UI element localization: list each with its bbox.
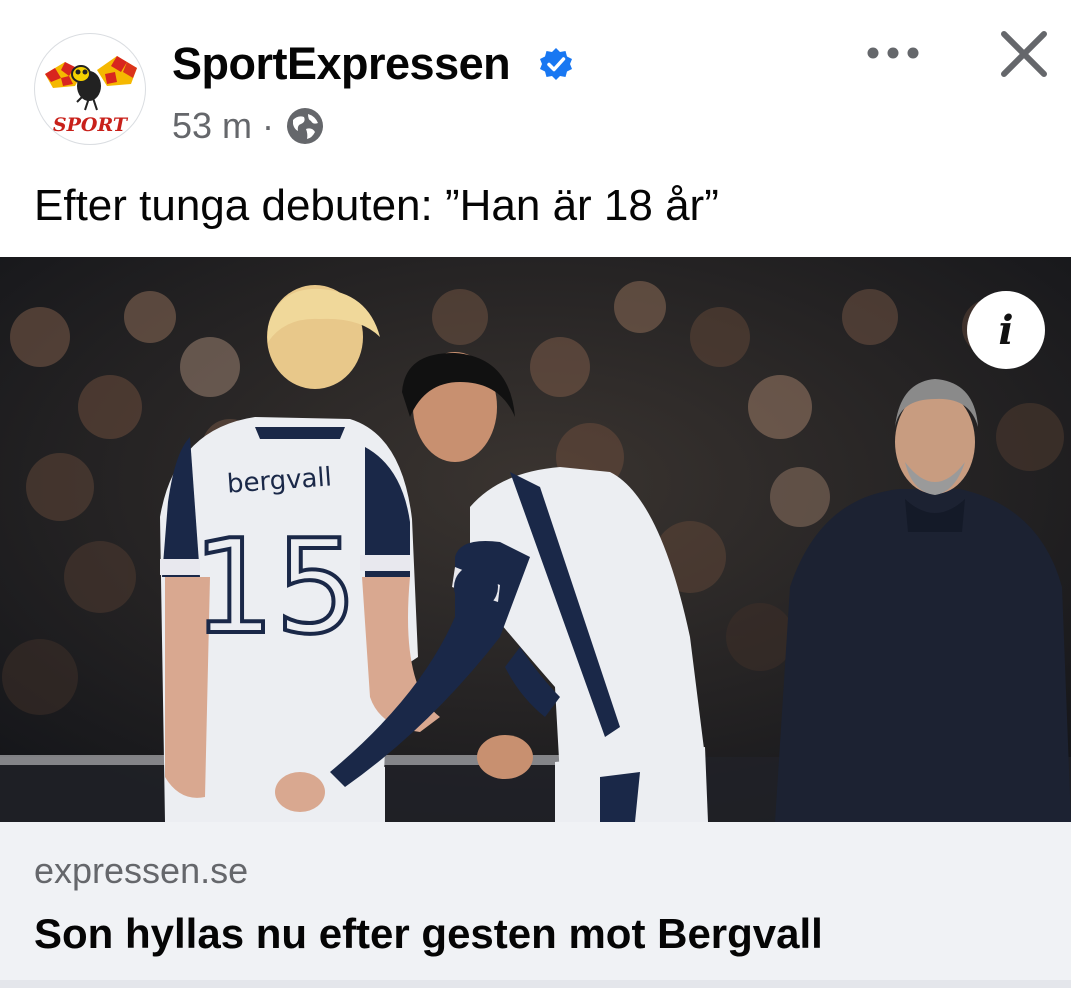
more-dots-icon — [867, 47, 919, 59]
post-time[interactable]: 53 m — [172, 105, 252, 147]
post-meta: 53 m · — [172, 103, 326, 149]
post-text: Efter tunga debuten: ”Han är 18 år” — [34, 181, 719, 230]
more-options-button[interactable] — [858, 30, 928, 76]
link-preview[interactable]: expressen.se Son hyllas nu efter gesten … — [0, 822, 1071, 988]
meta-separator: · — [262, 105, 275, 146]
logo-text: SPORT — [53, 114, 129, 136]
verified-badge-icon — [540, 48, 572, 80]
divider — [0, 980, 1071, 988]
info-button[interactable]: i — [967, 291, 1045, 369]
close-button[interactable] — [992, 22, 1056, 86]
link-domain: expressen.se — [34, 850, 249, 891]
page-avatar[interactable]: SPORT — [34, 33, 146, 145]
photo-illustration: bergvall 15 — [0, 257, 1071, 822]
sportexpressen-logo: SPORT — [45, 56, 137, 136]
post-photo[interactable]: bergvall 15 i — [0, 257, 1071, 822]
info-icon: i — [998, 306, 1014, 354]
globe-icon — [287, 108, 324, 144]
link-title[interactable]: Son hyllas nu efter gesten mot Bergvall — [34, 910, 823, 958]
page-name[interactable]: SportExpressen — [172, 38, 511, 90]
close-icon — [1001, 31, 1047, 77]
jersey-number-15: 15 — [192, 511, 357, 663]
post-header: SPORT SportExpressen 53 m · Efter tunga … — [0, 0, 1071, 256]
